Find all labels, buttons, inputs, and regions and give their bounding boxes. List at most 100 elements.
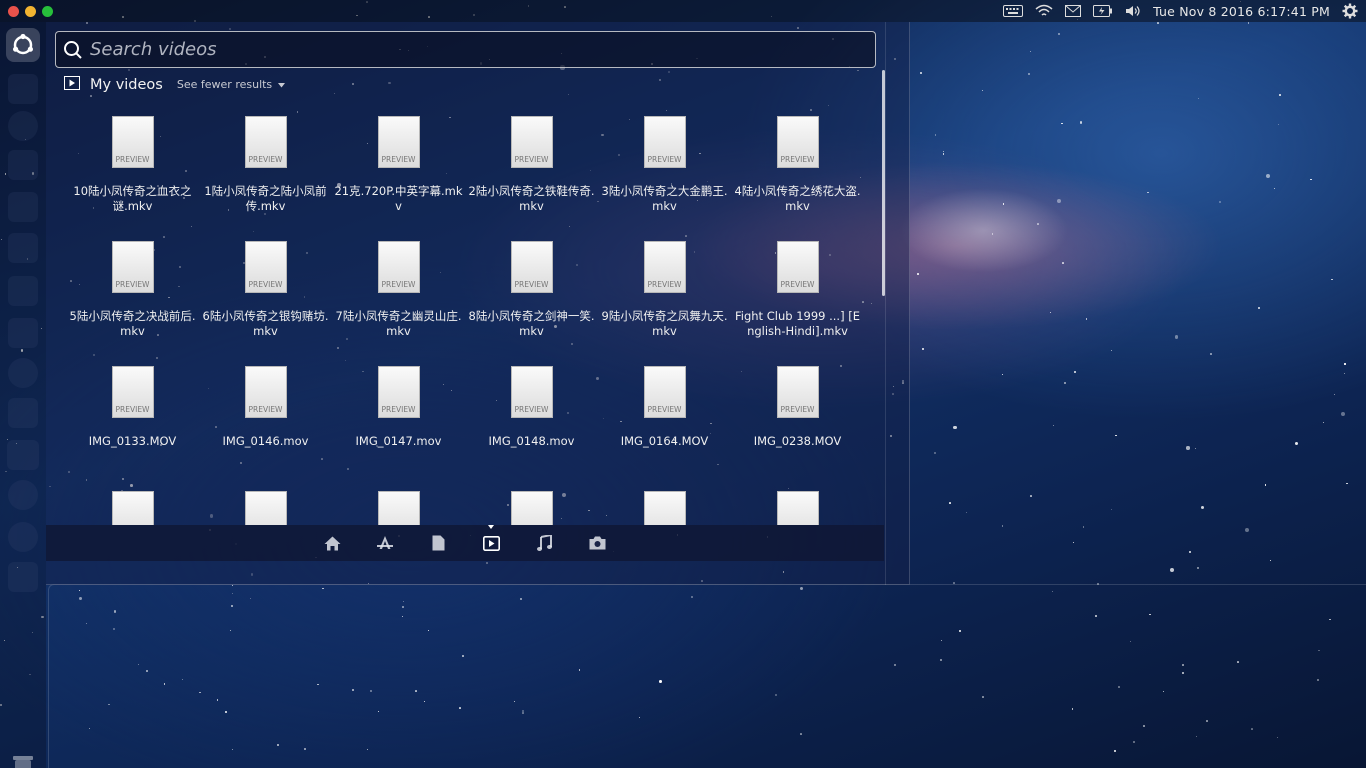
video-result-tile[interactable]: PREVIEW 1陆小凤传奇之陆小凤前传.mkv	[199, 112, 332, 237]
star	[1147, 191, 1150, 194]
files-icon[interactable]	[8, 74, 38, 104]
star	[933, 452, 936, 455]
video-result-tile[interactable]: PREVIEW IMG_0133.MOV	[66, 362, 199, 487]
calendar-icon[interactable]	[8, 318, 38, 348]
workspace-icon[interactable]	[8, 562, 38, 592]
gear-icon[interactable]	[1342, 3, 1358, 19]
video-result-tile[interactable]: PREVIEW 21克.720P.中英字幕.mkv	[332, 112, 465, 237]
battery-icon[interactable]	[1093, 5, 1113, 17]
video-filename: 1陆小凤传奇之陆小凤前传.mkv	[204, 184, 327, 213]
trash-icon[interactable]	[12, 754, 34, 768]
tool-icon[interactable]	[8, 358, 38, 388]
star	[1265, 484, 1267, 486]
video-result-tile[interactable]: PREVIEW 3陆小凤传奇之大金鹏王.mkv	[598, 112, 731, 237]
see-fewer-results-toggle[interactable]: See fewer results	[177, 78, 286, 91]
video-thumbnail: PREVIEW	[510, 116, 553, 168]
video-result-tile[interactable]: PREVIEW IMG_0164.MOV	[598, 362, 731, 487]
home-icon[interactable]	[323, 534, 341, 552]
panel-icon[interactable]	[7, 440, 39, 470]
star	[1257, 306, 1260, 309]
star	[1079, 120, 1083, 124]
maximize-button[interactable]	[42, 5, 53, 17]
video-result-tile[interactable]	[199, 487, 332, 525]
video-result-tile[interactable]: PREVIEW Fight Club 1999 ...] [English-Hin…	[731, 237, 864, 362]
video-result-tile[interactable]: PREVIEW 8陆小凤传奇之剑神一笑.mkv	[465, 237, 598, 362]
video-result-tile[interactable]	[66, 487, 199, 525]
video-result-tile[interactable]: PREVIEW 10陆小凤传奇之血衣之谜.mkv	[66, 112, 199, 237]
star	[1273, 187, 1275, 189]
thumbnail-preview-text: PREVIEW	[381, 405, 416, 414]
volume-icon[interactable]	[1125, 5, 1141, 17]
star	[942, 153, 945, 155]
music-icon[interactable]	[535, 534, 553, 552]
text-editor-icon[interactable]	[8, 192, 38, 222]
video-filename: 5陆小凤传奇之决战前后.mkv	[69, 309, 196, 338]
video-filename: 2陆小凤传奇之铁鞋传奇.mkv	[468, 184, 595, 213]
video-icon[interactable]	[482, 525, 500, 552]
video-result-tile[interactable]	[598, 487, 731, 525]
video-thumbnail	[111, 491, 154, 525]
video-thumbnail: PREVIEW	[643, 241, 686, 293]
star	[1052, 424, 1054, 426]
video-result-tile[interactable]: PREVIEW IMG_0146.mov	[199, 362, 332, 487]
video-thumbnail: PREVIEW	[776, 366, 819, 418]
star	[1110, 508, 1112, 510]
mail-icon[interactable]	[1065, 5, 1082, 17]
star	[1247, 21, 1250, 24]
clock[interactable]: Tue Nov 8 2016 6:17:41 PM	[1153, 4, 1330, 19]
video-filename: IMG_0146.mov	[222, 434, 309, 448]
video-result-tile[interactable]	[332, 487, 465, 525]
minimize-button[interactable]	[25, 5, 36, 17]
search-box[interactable]	[55, 31, 876, 68]
star	[1085, 318, 1088, 320]
applications-icon[interactable]	[376, 534, 394, 552]
chevron-down-icon	[278, 78, 286, 91]
thumbnail-preview-text: PREVIEW	[780, 155, 815, 164]
star	[1209, 353, 1212, 356]
video-result-tile[interactable]: PREVIEW IMG_0148.mov	[465, 362, 598, 487]
star	[934, 134, 936, 136]
star	[1244, 528, 1249, 533]
photos-icon[interactable]	[8, 150, 38, 180]
results-area: PREVIEW 10陆小凤传奇之血衣之谜.mkv PREVIEW 1陆小凤传奇之陆小凤…	[66, 112, 866, 525]
monitor-icon[interactable]	[8, 522, 38, 552]
star	[1331, 279, 1333, 281]
lens-bar	[46, 525, 884, 561]
video-result-tile[interactable]: PREVIEW 4陆小凤传奇之绣花大盗.mkv	[731, 112, 864, 237]
moon-icon[interactable]	[8, 480, 38, 510]
terminal-icon[interactable]	[8, 276, 38, 306]
video-result-tile[interactable]	[465, 487, 598, 525]
ubuntu-logo-icon[interactable]	[6, 28, 40, 62]
video-result-tile[interactable]: PREVIEW 9陆小凤传奇之凤舞九天.mkv	[598, 237, 731, 362]
search-input[interactable]	[90, 39, 875, 60]
close-button[interactable]	[8, 5, 19, 17]
photo-icon[interactable]	[588, 534, 606, 552]
video-thumbnail: PREVIEW	[776, 241, 819, 293]
video-filename: IMG_0164.MOV	[620, 434, 709, 448]
video-result-tile[interactable]: PREVIEW 5陆小凤传奇之决战前后.mkv	[66, 237, 199, 362]
star	[1082, 526, 1085, 529]
video-result-tile[interactable]: PREVIEW IMG_0147.mov	[332, 362, 465, 487]
keyboard-icon[interactable]	[1003, 5, 1024, 17]
star	[1114, 434, 1117, 437]
video-result-tile[interactable]: PREVIEW 6陆小凤传奇之银钩赌坊.mkv	[199, 237, 332, 362]
document-icon[interactable]	[8, 233, 38, 263]
window-controls	[8, 5, 53, 17]
wifi-icon[interactable]	[1035, 4, 1053, 18]
video-result-tile[interactable]: PREVIEW 7陆小凤传奇之幽灵山庄.mkv	[332, 237, 465, 362]
active-lens-marker	[488, 525, 494, 529]
files-icon[interactable]	[429, 534, 447, 552]
chart-icon[interactable]	[8, 398, 38, 428]
video-result-tile[interactable]	[731, 487, 864, 525]
video-result-tile[interactable]: PREVIEW 2陆小凤传奇之铁鞋传奇.mkv	[465, 112, 598, 237]
browser-icon[interactable]	[8, 111, 38, 141]
star	[942, 150, 944, 152]
star	[1061, 122, 1063, 125]
video-result-tile[interactable]: PREVIEW IMG_0238.MOV	[731, 362, 864, 487]
thumbnail-preview-text: PREVIEW	[248, 405, 283, 414]
thumbnail-preview-text: PREVIEW	[381, 280, 416, 289]
video-thumbnail: PREVIEW	[643, 366, 686, 418]
star	[1064, 381, 1066, 384]
video-thumbnail	[510, 491, 553, 525]
star	[966, 512, 968, 514]
